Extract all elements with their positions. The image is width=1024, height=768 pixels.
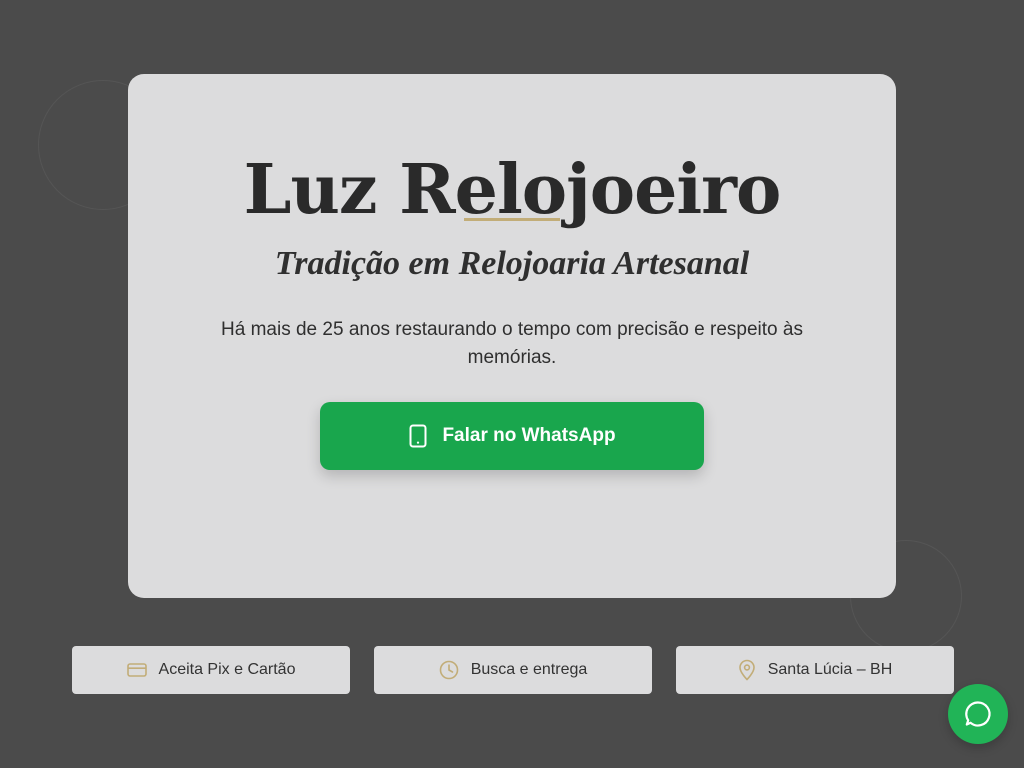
badge-pickup-delivery: Busca e entrega <box>374 646 652 694</box>
credit-card-icon <box>126 662 147 678</box>
hero-card: Luz Relojoeiro Tradição em Relojoaria Ar… <box>128 74 896 598</box>
map-pin-icon <box>738 659 756 681</box>
badge-payment: Aceita Pix e Cartão <box>72 646 350 694</box>
hero-description: Há mais de 25 anos restaurando o tempo c… <box>221 319 803 368</box>
info-badges: Aceita Pix e Cartão Busca e entrega Sant… <box>72 646 954 694</box>
badge-location: Santa Lúcia – BH <box>676 646 954 694</box>
whatsapp-cta-button[interactable]: Falar no WhatsApp <box>320 402 704 470</box>
badge-pickup-delivery-label: Busca e entrega <box>470 661 588 678</box>
clock-icon <box>439 660 459 680</box>
smartphone-icon <box>408 424 428 448</box>
badge-location-label: Santa Lúcia – BH <box>767 661 893 678</box>
whatsapp-cta-label: Falar no WhatsApp <box>442 425 616 446</box>
title-divider <box>464 218 560 221</box>
whatsapp-floating-button[interactable] <box>948 684 1008 744</box>
chat-bubble-icon <box>963 699 993 729</box>
badge-payment-label: Aceita Pix e Cartão <box>158 661 296 678</box>
page-subtitle: Tradição em Relojoaria Artesanal <box>274 245 750 282</box>
